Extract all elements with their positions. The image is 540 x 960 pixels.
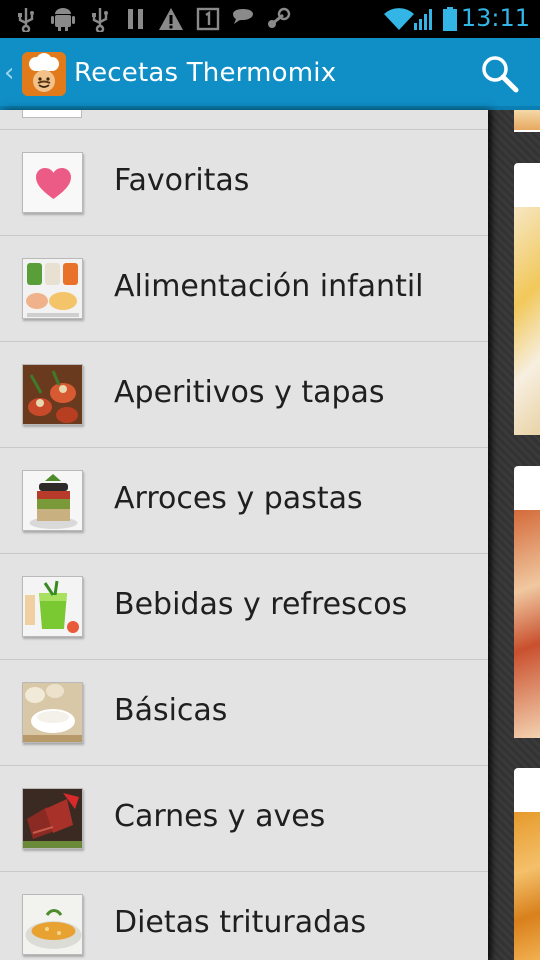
drawer-item-dietas-trituradas[interactable]: Dietas trituradas xyxy=(0,872,488,960)
steam-icon xyxy=(268,7,291,28)
drawer-item-label: Bebidas y refrescos xyxy=(114,587,408,622)
navigation-drawer: Favoritas Alimentación infantil Aperitiv… xyxy=(0,110,488,960)
recipe-card[interactable] xyxy=(514,768,540,960)
clock: 13:11 xyxy=(460,4,530,32)
warning-icon xyxy=(159,8,183,30)
drawer-item-alimentacion-infantil[interactable]: Alimentación infantil xyxy=(0,236,488,342)
battery-icon xyxy=(443,7,457,31)
appetizer-icon xyxy=(22,364,83,425)
usb-icon xyxy=(92,8,108,32)
drawer-item-bebidas-y-refrescos[interactable]: Bebidas y refrescos xyxy=(0,554,488,660)
heart-icon xyxy=(22,152,83,213)
puree-icon xyxy=(22,894,83,955)
search-button[interactable] xyxy=(478,52,522,96)
drawer-item-label: Favoritas xyxy=(114,163,250,198)
voicemail-icon xyxy=(233,9,253,24)
wifi-icon xyxy=(384,8,414,30)
drawer-item-label: Básicas xyxy=(114,693,228,728)
recipe-card[interactable] xyxy=(514,466,540,738)
app-title: Recetas Thermomix xyxy=(74,58,337,88)
drawer-item-label: Arroces y pastas xyxy=(114,481,363,516)
drawer-item-aperitivos-y-tapas[interactable]: Aperitivos y tapas xyxy=(0,342,488,448)
android-debug-icon xyxy=(51,8,75,31)
drawer-shadow xyxy=(488,110,494,960)
search-icon xyxy=(482,56,519,93)
sim-one-icon xyxy=(196,7,220,31)
rice-pasta-icon xyxy=(22,470,83,531)
up-caret-icon[interactable]: ‹ xyxy=(4,58,14,88)
signal-icon xyxy=(414,9,432,30)
drawer-item-label: Alimentación infantil xyxy=(114,269,424,304)
drink-icon xyxy=(22,576,83,637)
meat-icon xyxy=(22,788,83,849)
recipe-card[interactable] xyxy=(514,110,540,132)
drawer-item-carnes-y-aves[interactable]: Carnes y aves xyxy=(0,766,488,872)
action-bar: ‹ Recetas Thermomix xyxy=(0,38,540,110)
baby-food-icon xyxy=(22,258,83,319)
drawer-item-label: Dietas trituradas xyxy=(114,905,367,940)
drawer-item-basicas[interactable]: Básicas xyxy=(0,660,488,766)
drawer-item-label: Carnes y aves xyxy=(114,799,326,834)
drawer-item-label: Aperitivos y tapas xyxy=(114,375,385,410)
drawer-item-favoritas[interactable]: Favoritas xyxy=(0,130,488,236)
status-bar: 13:11 xyxy=(0,0,540,38)
basics-icon xyxy=(22,682,83,743)
list-item[interactable] xyxy=(0,110,488,130)
pause-icon xyxy=(128,9,143,29)
recipe-card[interactable] xyxy=(514,163,540,435)
chef-logo-icon[interactable] xyxy=(22,52,66,96)
usb-icon xyxy=(18,8,34,32)
drawer-item-arroces-y-pastas[interactable]: Arroces y pastas xyxy=(0,448,488,554)
